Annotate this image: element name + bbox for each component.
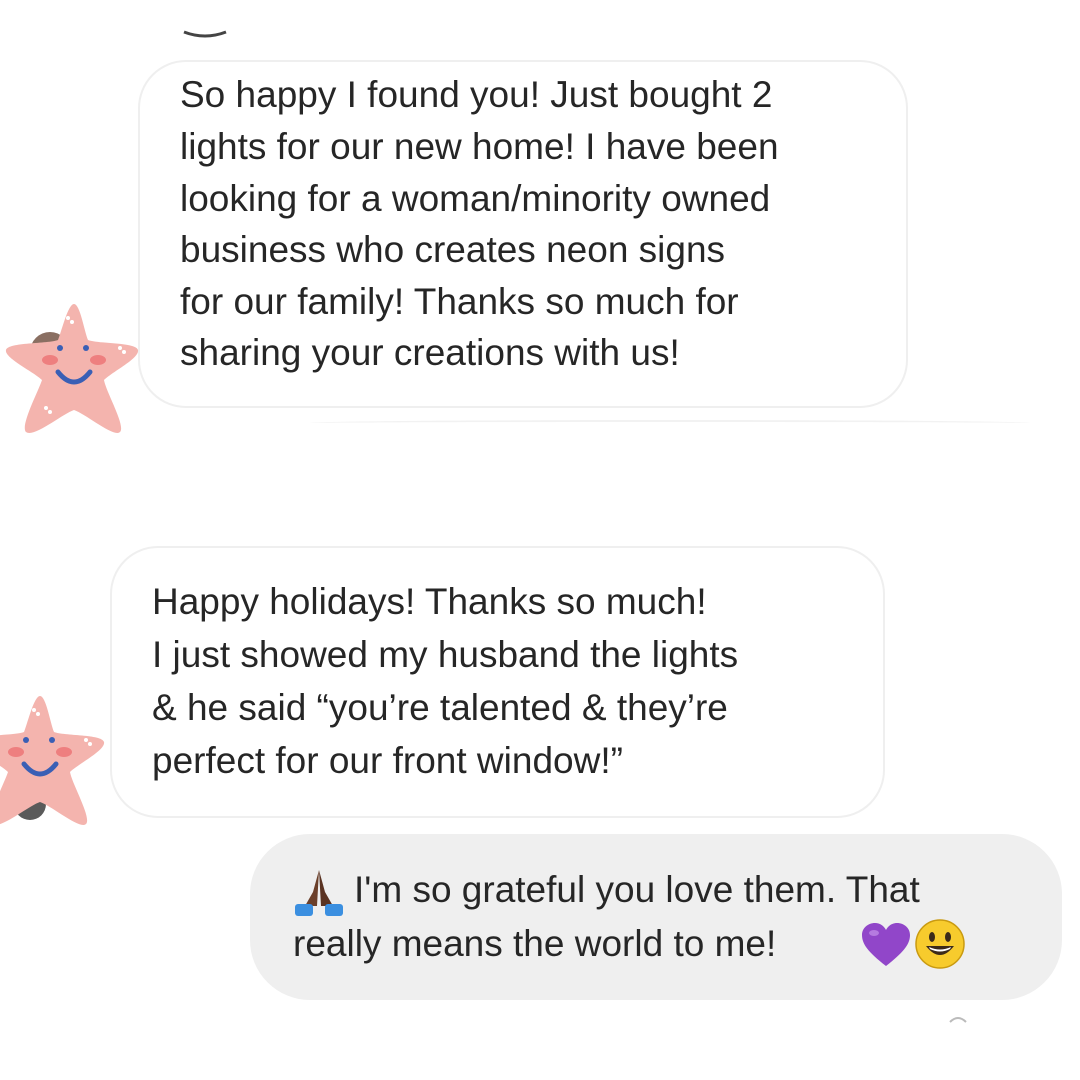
message-text: I just showed my husband the lights	[152, 634, 739, 675]
smiley-face-icon	[915, 919, 965, 969]
message-text: So happy I found you! Just bought 2	[180, 74, 773, 115]
praying-hands-icon	[295, 870, 343, 916]
avatar-fragment	[183, 30, 227, 38]
message-text: perfect for our front window!”	[152, 740, 623, 781]
message-text: sharing your creations with us!	[180, 332, 680, 373]
starfish-sticker-icon	[0, 696, 105, 825]
message-bubble-outgoing[interactable]	[250, 834, 1062, 1000]
message-text: & he said “you’re talented & they’re	[152, 687, 728, 728]
message-text: business who creates neon signs	[180, 229, 726, 270]
message-text: Happy holidays! Thanks so much!	[152, 581, 707, 622]
purple-heart-icon	[862, 923, 910, 966]
message-text: looking for a woman/minority owned	[180, 178, 771, 219]
avatar[interactable]	[0, 692, 108, 837]
avatar[interactable]	[2, 300, 142, 445]
starfish-sticker-icon	[5, 304, 139, 433]
divider	[310, 420, 1030, 426]
message-text: lights for our new home! I have been	[180, 126, 779, 167]
message-text: for our family! Thanks so much for	[180, 281, 739, 322]
message-text: really means the world to me!	[293, 923, 777, 964]
message-text: I'm so grateful you love them. That	[354, 869, 920, 910]
seen-indicator-icon	[949, 1017, 967, 1023]
